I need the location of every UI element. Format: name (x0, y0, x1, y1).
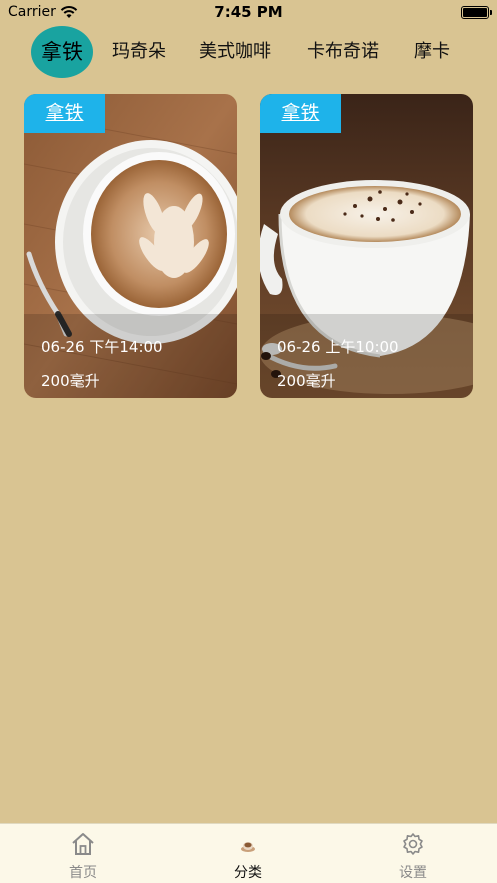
tab-cappuccino[interactable]: 卡布奇诺 (307, 26, 379, 78)
coffee-cup-icon (241, 842, 255, 852)
tabbar-label: 设置 (399, 865, 427, 881)
tab-mocha[interactable]: 摩卡 (414, 26, 450, 78)
bottom-tab-bar: 首页 分类 设置 (0, 823, 497, 883)
tabbar-item-home[interactable]: 首页 (23, 824, 143, 883)
coffee-card[interactable]: 拿铁 06-26 下午14:00 200毫升 (24, 94, 237, 398)
tabbar-item-category[interactable]: 分类 (188, 824, 308, 883)
tabbar-label: 首页 (69, 865, 97, 881)
card-volume: 200毫升 (277, 372, 336, 390)
gear-icon (403, 833, 423, 855)
status-bar: Carrier 7:45 PM (0, 0, 497, 26)
home-icon (72, 833, 94, 855)
card-tag: 拿铁 (24, 94, 105, 133)
tabbar-label: 分类 (234, 865, 262, 881)
status-time: 7:45 PM (214, 3, 283, 21)
tab-macchiato[interactable]: 玛奇朵 (112, 26, 166, 78)
coffee-card[interactable]: 拿铁 06-26 上午10:00 200毫升 (260, 94, 473, 398)
battery-icon (461, 6, 492, 19)
card-tag: 拿铁 (260, 94, 341, 133)
tab-americano[interactable]: 美式咖啡 (199, 26, 271, 78)
tab-latte[interactable]: 拿铁 (31, 26, 93, 78)
card-time: 06-26 上午10:00 (277, 338, 399, 356)
card-volume: 200毫升 (41, 372, 100, 390)
card-time: 06-26 下午14:00 (41, 338, 163, 356)
category-tabs: 拿铁 玛奇朵 美式咖啡 卡布奇诺 摩卡 (0, 26, 497, 78)
tabbar-item-settings[interactable]: 设置 (353, 824, 473, 883)
